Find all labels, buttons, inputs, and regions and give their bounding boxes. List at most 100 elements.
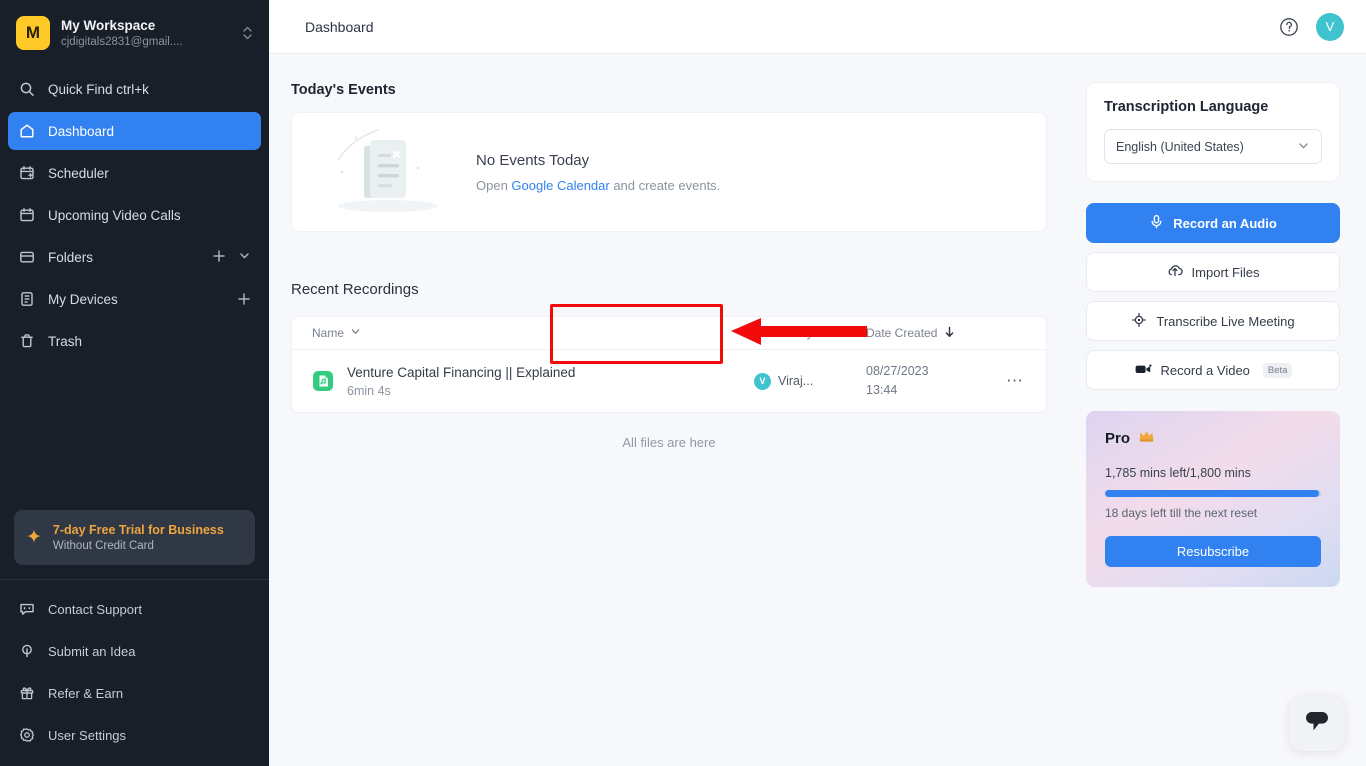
todays-events-title: Today's Events xyxy=(291,82,1066,98)
add-folder-icon[interactable] xyxy=(212,249,226,266)
column-header-date-created[interactable]: Date Created xyxy=(866,326,1024,341)
row-name-text: Venture Capital Financing || Explained 6… xyxy=(347,363,575,400)
sidebar-item-dashboard[interactable]: Dashboard xyxy=(8,112,261,150)
recent-recordings-title: Recent Recordings xyxy=(291,281,419,298)
pro-reset-text: 18 days left till the next reset xyxy=(1105,506,1321,520)
sidebar-item-label: Refer & Earn xyxy=(48,686,251,701)
recording-duration: 6min 4s xyxy=(347,382,575,400)
microphone-icon xyxy=(1149,214,1164,232)
no-events-subtitle: Open Google Calendar and create events. xyxy=(476,178,720,193)
workspace-name: My Workspace xyxy=(61,17,228,34)
sparkle-icon: ✦ xyxy=(26,528,42,547)
column-header-name[interactable]: Name xyxy=(312,326,754,340)
gear-icon xyxy=(18,727,35,744)
question-circle-icon[interactable] xyxy=(1278,16,1300,38)
sidebar-item-my-devices[interactable]: My Devices xyxy=(8,280,261,318)
gift-icon xyxy=(18,685,35,702)
column-header-date-label: Date Created xyxy=(866,326,937,340)
created-date: 08/27/2023 xyxy=(866,362,986,381)
pro-plan-card: Pro 1,785 mins left/1,800 mins 18 days l… xyxy=(1086,411,1340,587)
lightbulb-icon xyxy=(18,643,35,660)
sidebar-item-label: Dashboard xyxy=(48,124,251,139)
transcription-language-card: Transcription Language English (United S… xyxy=(1086,82,1340,182)
sort-arrow-down-icon xyxy=(944,326,955,341)
import-files-label: Import Files xyxy=(1192,265,1260,280)
record-video-button[interactable]: Record a Video Beta xyxy=(1086,350,1340,390)
empty-events-illustration xyxy=(326,126,446,218)
sidebar-item-contact-support[interactable]: Contact Support xyxy=(8,590,261,628)
chevron-down-icon xyxy=(1297,139,1310,155)
content-area: Today's Events xyxy=(269,54,1366,766)
column-header-created-by[interactable]: Created by xyxy=(754,326,866,340)
sidebar-item-label: Submit an Idea xyxy=(48,644,251,659)
user-avatar[interactable]: V xyxy=(1316,13,1344,41)
trash-icon xyxy=(18,333,35,350)
sidebar-item-label: My Devices xyxy=(48,292,224,307)
live-meeting-icon xyxy=(1131,312,1147,331)
sidebar: M My Workspace cjdigitals2831@gmail.... … xyxy=(0,0,269,766)
chat-widget-button[interactable] xyxy=(1289,695,1345,751)
sidebar-item-quick-find[interactable]: Quick Find ctrl+k xyxy=(8,70,261,108)
chat-bubble-icon xyxy=(1303,709,1331,738)
calendar-plus-icon xyxy=(18,165,35,182)
transcribe-live-meeting-label: Transcribe Live Meeting xyxy=(1156,314,1294,329)
row-name-cell: Venture Capital Financing || Explained 6… xyxy=(312,363,754,400)
google-calendar-link[interactable]: Google Calendar xyxy=(511,178,609,193)
sidebar-item-trash[interactable]: Trash xyxy=(8,322,261,360)
upload-cloud-icon xyxy=(1167,263,1183,282)
beta-badge: Beta xyxy=(1263,363,1293,378)
chevron-down-icon[interactable] xyxy=(238,249,251,265)
created-time: 13:44 xyxy=(866,381,986,400)
action-buttons: Record an Audio Import Files Transcribe … xyxy=(1086,203,1340,390)
transcribe-live-meeting-button[interactable]: Transcribe Live Meeting xyxy=(1086,301,1340,341)
main-area: Dashboard V Today's Events xyxy=(269,0,1366,766)
chevron-updown-icon[interactable] xyxy=(239,25,255,41)
device-icon xyxy=(18,291,35,308)
recent-recordings-header: Recent Recordings xyxy=(291,262,1066,316)
sidebar-item-label: Contact Support xyxy=(48,602,251,617)
import-files-button[interactable]: Import Files xyxy=(1086,252,1340,292)
record-audio-button[interactable]: Record an Audio xyxy=(1086,203,1340,243)
sidebar-item-scheduler[interactable]: Scheduler xyxy=(8,154,261,192)
sidebar-item-upcoming-video-calls[interactable]: Upcoming Video Calls xyxy=(8,196,261,234)
sidebar-item-label: Trash xyxy=(48,334,251,349)
sidebar-item-label: Folders xyxy=(48,250,199,265)
crown-icon xyxy=(1138,429,1155,447)
pro-progress-fill xyxy=(1105,490,1319,497)
workspace-avatar: M xyxy=(16,16,50,50)
search-icon xyxy=(18,81,35,98)
page-title: Dashboard xyxy=(305,19,374,35)
sub-pre: Open xyxy=(476,178,511,193)
record-video-label: Record a Video xyxy=(1161,363,1250,378)
pro-minutes-text: 1,785 mins left/1,800 mins xyxy=(1105,466,1321,480)
topbar: Dashboard V xyxy=(269,0,1366,54)
workspace-text: My Workspace cjdigitals2831@gmail.... xyxy=(61,17,228,50)
sub-post: and create events. xyxy=(610,178,721,193)
free-trial-banner[interactable]: ✦ 7-day Free Trial for Business Without … xyxy=(14,510,255,565)
table-row[interactable]: Venture Capital Financing || Explained 6… xyxy=(292,350,1046,412)
chat-support-icon xyxy=(18,601,35,618)
transcription-language-title: Transcription Language xyxy=(1104,99,1322,115)
sidebar-item-label: Quick Find ctrl+k xyxy=(48,82,251,97)
ellipsis-icon[interactable]: ⋯ xyxy=(986,371,1024,391)
folder-icon xyxy=(18,249,35,266)
sidebar-item-submit-an-idea[interactable]: Submit an Idea xyxy=(8,632,261,670)
sidebar-item-refer-earn[interactable]: Refer & Earn xyxy=(8,674,261,712)
row-date-cell: 08/27/2023 13:44 xyxy=(866,362,986,400)
trial-text: 7-day Free Trial for Business Without Cr… xyxy=(53,521,224,554)
resubscribe-button[interactable]: Resubscribe xyxy=(1105,536,1321,567)
created-by-name: Viraj... xyxy=(778,374,813,388)
pro-progress-bar xyxy=(1105,490,1321,497)
language-select[interactable]: English (United States) xyxy=(1104,129,1322,164)
column-header-name-label: Name xyxy=(312,326,344,340)
workspace-switcher[interactable]: M My Workspace cjdigitals2831@gmail.... xyxy=(0,0,269,60)
sidebar-nav: Quick Find ctrl+k Dashboard Scheduler Up… xyxy=(0,60,269,364)
sidebar-item-label: Scheduler xyxy=(48,166,251,181)
sidebar-item-user-settings[interactable]: User Settings xyxy=(8,716,261,754)
all-files-footer: All files are here xyxy=(291,413,1047,450)
topbar-actions: V xyxy=(1278,13,1344,41)
record-audio-label: Record an Audio xyxy=(1173,216,1277,231)
add-device-icon[interactable] xyxy=(237,292,251,306)
recording-name: Venture Capital Financing || Explained xyxy=(347,363,575,382)
sidebar-item-folders[interactable]: Folders xyxy=(8,238,261,276)
